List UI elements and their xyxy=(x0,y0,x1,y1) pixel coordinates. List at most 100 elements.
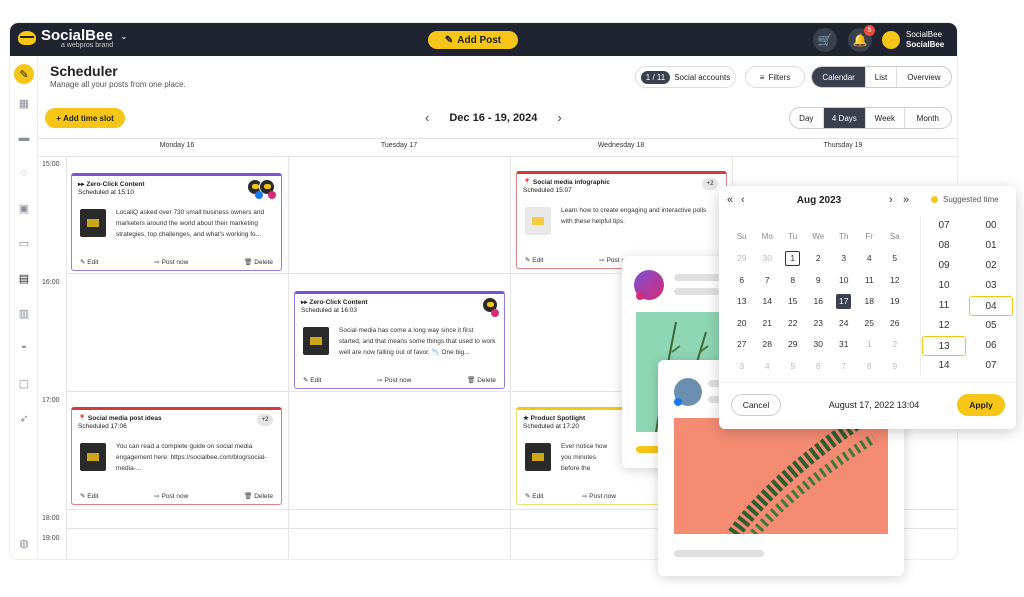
calendar-icon[interactable]: ▣ xyxy=(17,201,31,215)
tab-overview[interactable]: Overview xyxy=(897,67,951,87)
day-cell[interactable]: 19 xyxy=(882,296,908,306)
hour-option[interactable]: 09 xyxy=(922,256,966,276)
bell-icon[interactable]: 🔔 5 xyxy=(848,25,875,52)
add-post-button[interactable]: ✎ Add Post xyxy=(428,31,518,49)
range-week[interactable]: Week xyxy=(866,108,905,128)
hour-option[interactable]: 10 xyxy=(922,276,966,296)
post-now-button[interactable]: ⇨ Post now xyxy=(154,492,188,500)
post-now-button[interactable]: ⇨ Post now xyxy=(377,376,411,384)
rocket-icon[interactable]: ➶ xyxy=(17,411,31,425)
double-chevron-right-icon[interactable]: » xyxy=(903,194,909,206)
day-cell[interactable]: 3 xyxy=(729,361,755,371)
day-cell[interactable]: 23 xyxy=(806,318,832,328)
minute-option[interactable]: 01 xyxy=(969,236,1013,256)
edit-button[interactable]: ✎ Edit xyxy=(525,256,543,264)
cancel-button[interactable]: Cancel xyxy=(731,394,781,416)
day-cell[interactable]: 8 xyxy=(780,275,806,285)
day-cell[interactable]: 27 xyxy=(729,339,755,349)
social-accounts-button[interactable]: 1 / 11 Social accounts xyxy=(635,66,736,88)
range-day[interactable]: Day xyxy=(790,108,824,128)
edit-button[interactable]: ✎ Edit xyxy=(525,492,543,500)
minute-option[interactable]: 02 xyxy=(969,256,1013,276)
day-cell[interactable]: 4 xyxy=(857,253,883,263)
day-cell[interactable]: 7 xyxy=(831,361,857,371)
tab-list[interactable]: List xyxy=(866,67,897,87)
day-cell[interactable]: 5 xyxy=(882,253,908,263)
chevron-right-icon[interactable]: › xyxy=(889,194,893,206)
post-now-button[interactable]: ⇨ Post now xyxy=(154,258,188,266)
hour-option[interactable]: 11 xyxy=(922,296,966,316)
logo[interactable]: SocialBee a webpros brand ⌄ xyxy=(18,28,128,49)
edit-button[interactable]: ✎ Edit xyxy=(80,258,98,266)
day-cell[interactable]: 30 xyxy=(806,339,832,349)
delete-button[interactable]: 🗑 Delete xyxy=(244,492,273,500)
minute-option[interactable]: 06 xyxy=(969,336,1013,356)
day-cell[interactable]: 18 xyxy=(857,296,883,306)
day-cell[interactable]: 31 xyxy=(831,339,857,349)
post-card[interactable]: 📍 Social media infographic Scheduled 15:… xyxy=(516,171,727,269)
day-cell[interactable]: 9 xyxy=(882,361,908,371)
minute-option[interactable]: 05 xyxy=(969,316,1013,336)
apply-button[interactable]: Apply xyxy=(957,394,1005,416)
hat-icon[interactable]: ◓ xyxy=(17,341,31,355)
day-cell[interactable]: 25 xyxy=(857,318,883,328)
day-cell[interactable]: 26 xyxy=(882,318,908,328)
day-cell[interactable]: 2 xyxy=(806,253,832,263)
day-cell[interactable]: 2 xyxy=(882,339,908,349)
inbox-icon[interactable]: ▭ xyxy=(17,236,31,250)
post-card[interactable]: ▸▸ Zero-Click Content Scheduled at 16:03… xyxy=(294,291,505,389)
post-card[interactable]: 📍 Social media post ideas Scheduled 17:0… xyxy=(71,407,282,505)
day-cell[interactable]: 15 xyxy=(780,296,806,306)
day-cell[interactable]: 7 xyxy=(755,275,781,285)
minute-column[interactable]: 00 01 02 03 04 05 06 07 xyxy=(969,216,1013,376)
day-cell[interactable]: 10 xyxy=(831,275,857,285)
user-menu[interactable]: SocialBee SocialBee xyxy=(882,30,944,50)
chevron-down-icon[interactable]: ⌄ xyxy=(120,31,128,42)
day-cell[interactable]: 3 xyxy=(831,253,857,263)
day-cell[interactable]: 30 xyxy=(755,253,781,263)
edit-button[interactable]: ✎ Edit xyxy=(80,492,98,500)
analytics-icon[interactable]: ▥ xyxy=(17,306,31,320)
day-cell[interactable]: 17 xyxy=(831,293,857,309)
hour-column[interactable]: 07 08 09 10 11 12 13 14 xyxy=(922,216,966,376)
day-cell[interactable]: 29 xyxy=(729,253,755,263)
day-cell[interactable]: 12 xyxy=(882,275,908,285)
minute-option[interactable]: 00 xyxy=(969,216,1013,236)
minute-option[interactable]: 07 xyxy=(969,356,1013,376)
chat-icon[interactable]: ▢ xyxy=(17,376,31,390)
day-cell[interactable]: 11 xyxy=(857,275,883,285)
day-cell[interactable]: 14 xyxy=(755,296,781,306)
folder-icon[interactable]: ▬ xyxy=(17,131,31,145)
day-cell[interactable]: 20 xyxy=(729,318,755,328)
day-cell[interactable]: 29 xyxy=(780,339,806,349)
minute-option-selected[interactable]: 04 xyxy=(969,296,1013,316)
day-cell[interactable]: 28 xyxy=(755,339,781,349)
edit-button[interactable]: ✎ Edit xyxy=(303,376,321,384)
day-cell[interactable]: 21 xyxy=(755,318,781,328)
day-cell[interactable]: 24 xyxy=(831,318,857,328)
day-cell[interactable]: 4 xyxy=(755,361,781,371)
day-cell[interactable]: 9 xyxy=(806,275,832,285)
filters-button[interactable]: ≡ Filters xyxy=(745,66,805,88)
globe-icon[interactable]: ◍ xyxy=(17,536,31,550)
range-month[interactable]: Month xyxy=(905,108,951,128)
day-cell[interactable]: 22 xyxy=(780,318,806,328)
bee-icon[interactable]: ◌ xyxy=(17,166,31,180)
range-4-days[interactable]: 4 Days xyxy=(823,108,867,128)
day-cell[interactable]: 6 xyxy=(729,275,755,285)
post-now-button[interactable]: ⇨ Post now xyxy=(582,492,616,500)
cart-icon[interactable]: 🛒 xyxy=(813,28,837,52)
day-cell[interactable]: 8 xyxy=(857,361,883,371)
day-cell[interactable]: 1 xyxy=(857,339,883,349)
delete-button[interactable]: 🗑 Delete xyxy=(244,258,273,266)
compose-icon[interactable]: ✎ xyxy=(14,64,34,84)
dashboard-icon[interactable]: ▦ xyxy=(17,96,31,110)
minute-option[interactable]: 03 xyxy=(969,276,1013,296)
add-time-slot-button[interactable]: + Add time slot xyxy=(45,108,125,128)
day-cell[interactable]: 16 xyxy=(806,296,832,306)
day-cell[interactable]: 6 xyxy=(806,361,832,371)
scheduler-icon[interactable]: ▤ xyxy=(17,271,31,285)
chevron-right-icon[interactable]: › xyxy=(557,110,561,125)
hour-option[interactable]: 07 xyxy=(922,216,966,236)
post-card[interactable]: ▸▸ Zero-Click Content Scheduled at 15:10… xyxy=(71,173,282,271)
